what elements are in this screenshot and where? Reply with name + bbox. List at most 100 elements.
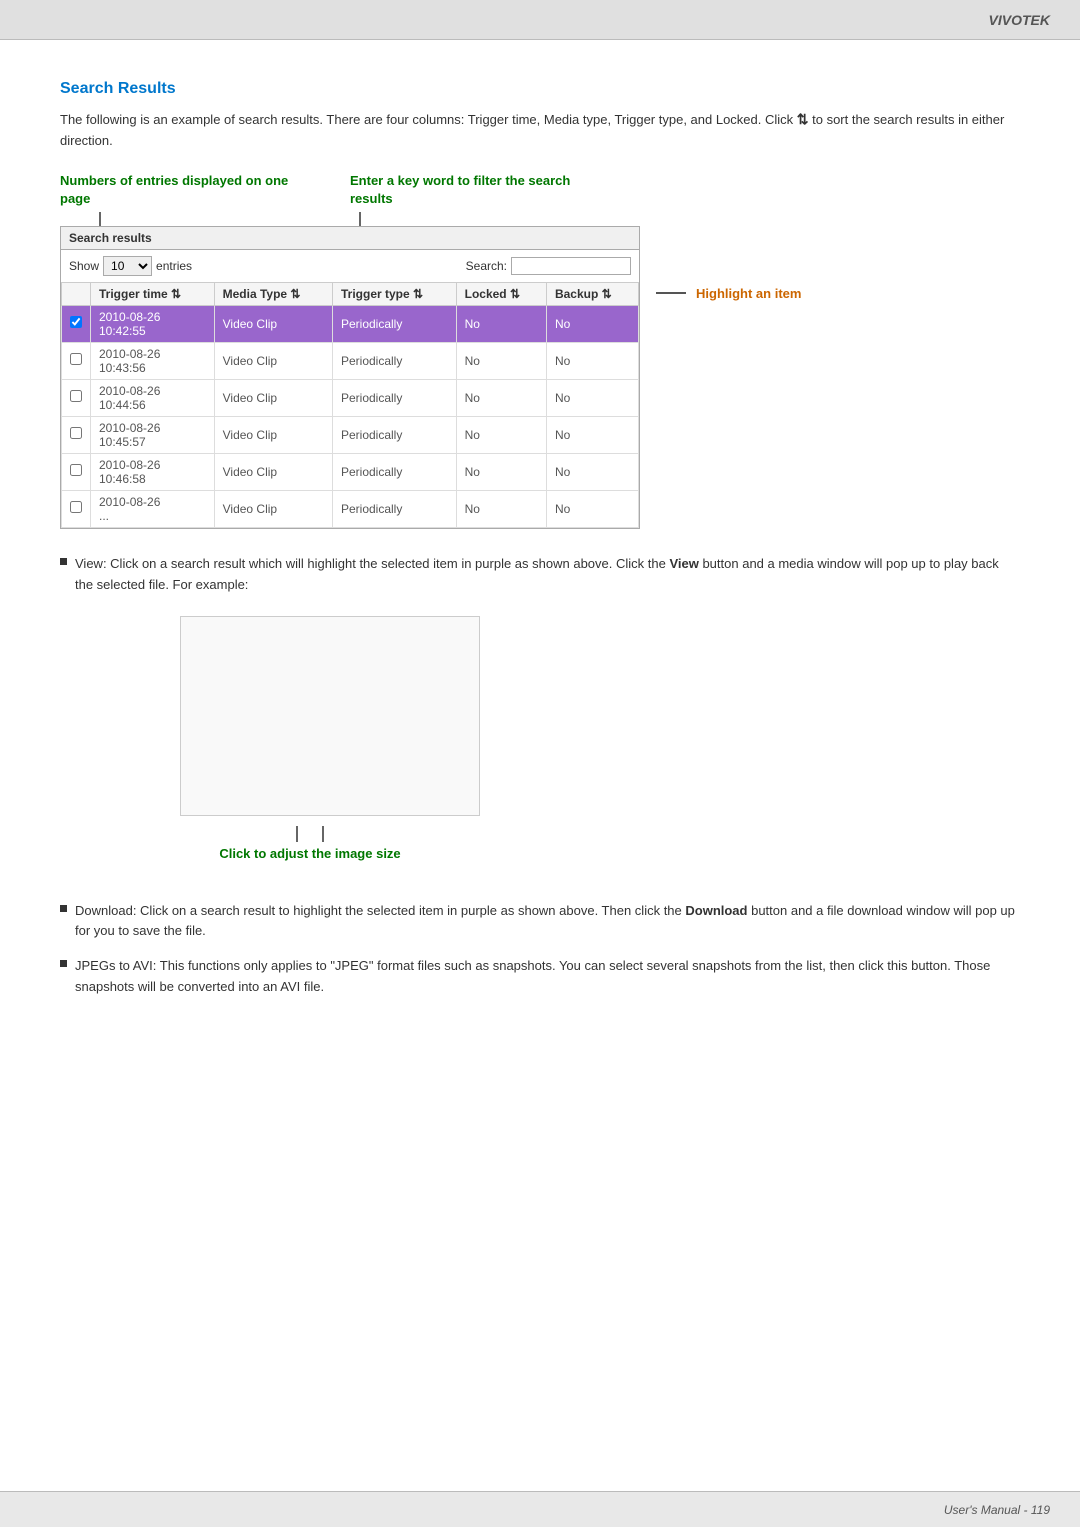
bullet-text-download: Download: Click on a search result to hi…	[75, 901, 1020, 943]
row-trigger-type: Periodically	[332, 453, 456, 490]
data-table: Trigger time ⇅ Media Type ⇅ Trigger type…	[61, 282, 639, 528]
img-arrow-line-left	[296, 826, 298, 842]
image-placeholder	[180, 616, 480, 816]
row-media-type: Video Clip	[214, 453, 332, 490]
bullet-section: View: Click on a search result which wil…	[60, 554, 1020, 998]
th-trigger-type[interactable]: Trigger type ⇅	[332, 282, 456, 305]
row-trigger-type: Periodically	[332, 416, 456, 453]
row-trigger-type: Periodically	[332, 305, 456, 342]
table-row[interactable]: 2010-08-26 10:42:55Video ClipPeriodicall…	[62, 305, 639, 342]
highlight-annotation: Highlight an item	[656, 286, 801, 301]
brand-label: VIVOTEK	[989, 12, 1050, 28]
row-trigger-time: 2010-08-26 10:44:56	[91, 379, 215, 416]
row-trigger-type: Periodically	[332, 379, 456, 416]
table-row[interactable]: 2010-08-26 10:43:56Video ClipPeriodicall…	[62, 342, 639, 379]
annotation-right-text: Enter a key word to filter the search re…	[350, 173, 570, 206]
table-row[interactable]: 2010-08-26 10:45:57Video ClipPeriodicall…	[62, 416, 639, 453]
search-label: Search:	[466, 259, 507, 273]
row-media-type: Video Clip	[214, 305, 332, 342]
th-checkbox	[62, 282, 91, 305]
row-media-type: Video Clip	[214, 416, 332, 453]
bullet-item-download: Download: Click on a search result to hi…	[60, 901, 1020, 943]
annotation-labels-row: Numbers of entries displayed on one page…	[60, 172, 1020, 208]
bullet-text-jpegs: JPEGs to AVI: This functions only applie…	[75, 956, 1020, 998]
search-results-box: Search results Show 10 25 50 100 entries	[60, 226, 640, 529]
row-trigger-time: 2010-08-26 10:42:55	[91, 305, 215, 342]
row-checkbox[interactable]	[70, 501, 82, 513]
table-row[interactable]: 2010-08-26 10:46:58Video ClipPeriodicall…	[62, 453, 639, 490]
row-backup: No	[546, 416, 638, 453]
table-row[interactable]: 2010-08-26 10:44:56Video ClipPeriodicall…	[62, 379, 639, 416]
row-media-type: Video Clip	[214, 490, 332, 527]
row-backup: No	[546, 490, 638, 527]
bullet-text-view: View: Click on a search result which wil…	[75, 554, 1020, 596]
row-checkbox[interactable]	[70, 464, 82, 476]
search-results-label: Search results	[61, 227, 639, 250]
row-trigger-type: Periodically	[332, 342, 456, 379]
row-locked: No	[456, 342, 546, 379]
row-checkbox-cell[interactable]	[62, 453, 91, 490]
footer-text: User's Manual - 119	[944, 1503, 1050, 1517]
row-backup: No	[546, 305, 638, 342]
table-and-highlight: Search results Show 10 25 50 100 entries	[60, 226, 1020, 529]
table-section: Numbers of entries displayed on one page…	[60, 172, 1020, 529]
entries-select[interactable]: 10 25 50 100	[103, 256, 152, 276]
row-checkbox[interactable]	[70, 427, 82, 439]
row-checkbox-cell[interactable]	[62, 490, 91, 527]
row-checkbox[interactable]	[70, 353, 82, 365]
image-adjust-label: Click to adjust the image size	[219, 846, 400, 861]
bullet-icon-jpegs	[60, 960, 67, 967]
header-bar: VIVOTEK	[0, 0, 1080, 40]
row-media-type: Video Clip	[214, 379, 332, 416]
row-checkbox-cell[interactable]	[62, 342, 91, 379]
row-checkbox[interactable]	[70, 316, 82, 328]
highlight-line	[656, 292, 686, 294]
row-checkbox-cell[interactable]	[62, 379, 91, 416]
row-media-type: Video Clip	[214, 342, 332, 379]
row-trigger-time: 2010-08-26 10:43:56	[91, 342, 215, 379]
show-label: Show	[69, 259, 99, 273]
row-checkbox[interactable]	[70, 390, 82, 402]
th-trigger-time[interactable]: Trigger time ⇅	[91, 282, 215, 305]
table-row[interactable]: 2010-08-26 ...Video ClipPeriodicallyNoNo	[62, 490, 639, 527]
content-area: Search Results The following is an examp…	[0, 40, 1080, 1052]
row-trigger-time: 2010-08-26 10:45:57	[91, 416, 215, 453]
left-arrow-line	[99, 212, 101, 226]
row-trigger-type: Periodically	[332, 490, 456, 527]
bullet-icon-download	[60, 905, 67, 912]
bullet-item-jpegs: JPEGs to AVI: This functions only applie…	[60, 956, 1020, 998]
th-backup[interactable]: Backup ⇅	[546, 282, 638, 305]
intro-text: The following is an example of search re…	[60, 108, 1020, 152]
bullet-icon-view	[60, 558, 67, 565]
row-trigger-time: 2010-08-26 ...	[91, 490, 215, 527]
row-locked: No	[456, 453, 546, 490]
row-checkbox-cell[interactable]	[62, 416, 91, 453]
entries-label: entries	[156, 259, 192, 273]
annotation-right: Enter a key word to filter the search re…	[350, 172, 600, 208]
row-trigger-time: 2010-08-26 10:46:58	[91, 453, 215, 490]
row-backup: No	[546, 342, 638, 379]
row-locked: No	[456, 490, 546, 527]
image-area-container: Click to adjust the image size	[140, 616, 440, 861]
row-locked: No	[456, 416, 546, 453]
annotation-left: Numbers of entries displayed on one page	[60, 172, 290, 208]
footer-bar: User's Manual - 119	[0, 1491, 1080, 1527]
annotation-left-text: Numbers of entries displayed on one page	[60, 173, 288, 206]
row-locked: No	[456, 379, 546, 416]
th-locked[interactable]: Locked ⇅	[456, 282, 546, 305]
table-header-row: Trigger time ⇅ Media Type ⇅ Trigger type…	[62, 282, 639, 305]
row-backup: No	[546, 453, 638, 490]
img-arrow-line-right	[322, 826, 324, 842]
row-checkbox-cell[interactable]	[62, 305, 91, 342]
section-title: Search Results	[60, 80, 1020, 98]
row-locked: No	[456, 305, 546, 342]
annotation-arrows-row	[60, 212, 1020, 226]
search-input[interactable]	[511, 257, 631, 275]
table-controls: Show 10 25 50 100 entries Search:	[61, 250, 639, 282]
th-media-type[interactable]: Media Type ⇅	[214, 282, 332, 305]
bullet-item-view: View: Click on a search result which wil…	[60, 554, 1020, 596]
highlight-label: Highlight an item	[696, 286, 801, 301]
right-arrow-line	[359, 212, 361, 226]
row-backup: No	[546, 379, 638, 416]
page-wrapper: VIVOTEK Search Results The following is …	[0, 0, 1080, 1527]
